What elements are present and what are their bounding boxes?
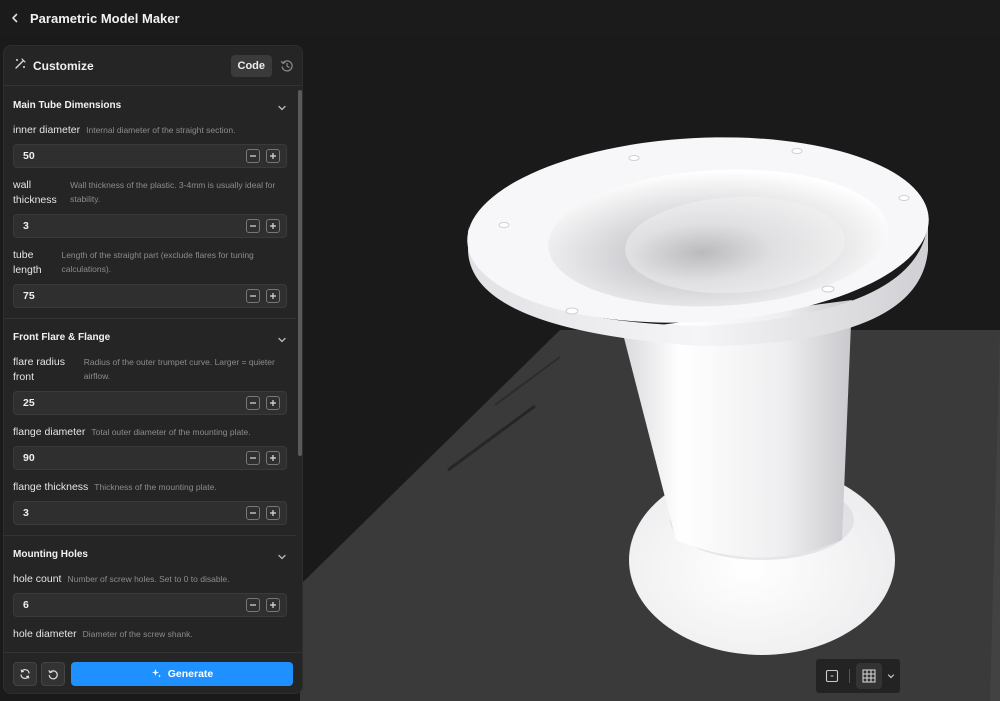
minus-icon[interactable]: [246, 396, 260, 410]
param-description: Radius of the outer trumpet curve. Large…: [83, 357, 275, 381]
section-main-tube: Main Tube Dimensions inner diameter Inte…: [4, 87, 296, 319]
param-label: flare radius front: [13, 356, 65, 383]
section-title: Front Flare & Flange: [13, 331, 111, 343]
param-hole-diameter: hole diameter Diameter of the screw shan…: [13, 627, 287, 642]
panel-footer: Generate: [4, 652, 302, 693]
param-description: Wall thickness of the plastic. 3-4mm is …: [70, 180, 276, 204]
plus-icon[interactable]: [266, 149, 280, 163]
code-button[interactable]: Code: [230, 54, 272, 77]
plus-icon[interactable]: [266, 289, 280, 303]
section-header[interactable]: Mounting Holes: [13, 536, 287, 572]
param-description: Internal diameter of the straight sectio…: [86, 125, 236, 135]
generate-button[interactable]: Generate: [71, 661, 293, 686]
refresh-icon[interactable]: [13, 661, 37, 686]
number-input[interactable]: 3: [13, 501, 287, 525]
section-front-flare: Front Flare & Flange flare radius front …: [4, 319, 296, 536]
chevron-down-icon[interactable]: [277, 332, 287, 343]
param-label: wall thickness: [13, 179, 57, 206]
undo-icon[interactable]: [41, 661, 65, 686]
number-input[interactable]: 25: [13, 391, 287, 415]
number-input[interactable]: 75: [13, 284, 287, 308]
plus-icon[interactable]: [266, 506, 280, 520]
plus-icon[interactable]: [266, 396, 280, 410]
number-input[interactable]: 6: [13, 593, 287, 617]
sparkle-icon: [151, 668, 162, 679]
param-label: tube length: [13, 249, 42, 276]
param-description: Number of screw holes. Set to 0 to disab…: [67, 574, 230, 584]
param-flange-diameter: flange diameter Total outer diameter of …: [13, 425, 287, 470]
wand-icon: [14, 57, 27, 75]
top-bar: Parametric Model Maker: [0, 0, 1000, 36]
minus-icon[interactable]: [246, 149, 260, 163]
panel-body[interactable]: Main Tube Dimensions inner diameter Inte…: [4, 87, 296, 651]
param-label: inner diameter: [13, 124, 81, 136]
section-header[interactable]: Main Tube Dimensions: [13, 87, 287, 123]
app-title: Parametric Model Maker: [30, 10, 180, 26]
number-value[interactable]: 3: [23, 507, 246, 519]
toolbar-divider: [849, 669, 850, 683]
square-view-icon[interactable]: [823, 667, 841, 685]
number-input[interactable]: 50: [13, 144, 287, 168]
number-value[interactable]: 25: [23, 397, 246, 409]
section-title: Mounting Holes: [13, 548, 88, 560]
minus-icon[interactable]: [246, 598, 260, 612]
number-value[interactable]: 3: [23, 220, 246, 232]
section-title: Main Tube Dimensions: [13, 99, 122, 111]
param-flare-radius-front: flare radius front Radius of the outer t…: [13, 355, 287, 415]
customize-panel: Customize Code Main Tube Dimensions inne…: [3, 45, 303, 694]
chevron-down-icon[interactable]: [277, 549, 287, 560]
section-mounting-holes: Mounting Holes hole count Number of scre…: [4, 536, 296, 642]
number-value[interactable]: 6: [23, 599, 246, 611]
history-icon[interactable]: [280, 59, 294, 73]
param-label: hole diameter: [13, 628, 77, 640]
back-icon[interactable]: [8, 11, 22, 25]
chevron-down-icon[interactable]: [277, 100, 287, 111]
section-header[interactable]: Front Flare & Flange: [13, 319, 287, 355]
param-hole-count: hole count Number of screw holes. Set to…: [13, 572, 287, 617]
param-label: flange diameter: [13, 426, 86, 438]
param-label: hole count: [13, 573, 62, 585]
panel-scrollbar[interactable]: [298, 90, 302, 456]
param-wall-thickness: wall thickness Wall thickness of the pla…: [13, 178, 287, 238]
chevron-down-icon[interactable]: [885, 667, 897, 685]
grid-icon[interactable]: [856, 663, 882, 689]
plus-icon[interactable]: [266, 451, 280, 465]
param-tube-length: tube length Length of the straight part …: [13, 248, 287, 308]
viewport-toolbar: [815, 658, 901, 694]
number-value[interactable]: 90: [23, 452, 246, 464]
param-flange-thickness: flange thickness Thickness of the mounti…: [13, 480, 287, 525]
number-value[interactable]: 75: [23, 290, 246, 302]
param-inner-diameter: inner diameter Internal diameter of the …: [13, 123, 287, 168]
minus-icon[interactable]: [246, 506, 260, 520]
number-input[interactable]: 3: [13, 214, 287, 238]
param-description: Diameter of the screw shank.: [82, 629, 193, 639]
plus-icon[interactable]: [266, 598, 280, 612]
minus-icon[interactable]: [246, 219, 260, 233]
param-label: flange thickness: [13, 481, 89, 493]
generate-label: Generate: [167, 667, 214, 680]
minus-icon[interactable]: [246, 451, 260, 465]
plus-icon[interactable]: [266, 219, 280, 233]
param-description: Total outer diameter of the mounting pla…: [91, 427, 251, 437]
param-description: Length of the straight part (exclude fla…: [61, 250, 254, 274]
minus-icon[interactable]: [246, 289, 260, 303]
number-input[interactable]: 90: [13, 446, 287, 470]
number-value[interactable]: 50: [23, 150, 246, 162]
param-description: Thickness of the mounting plate.: [94, 482, 217, 492]
panel-header: Customize Code: [4, 46, 302, 86]
panel-title: Customize: [33, 58, 94, 73]
